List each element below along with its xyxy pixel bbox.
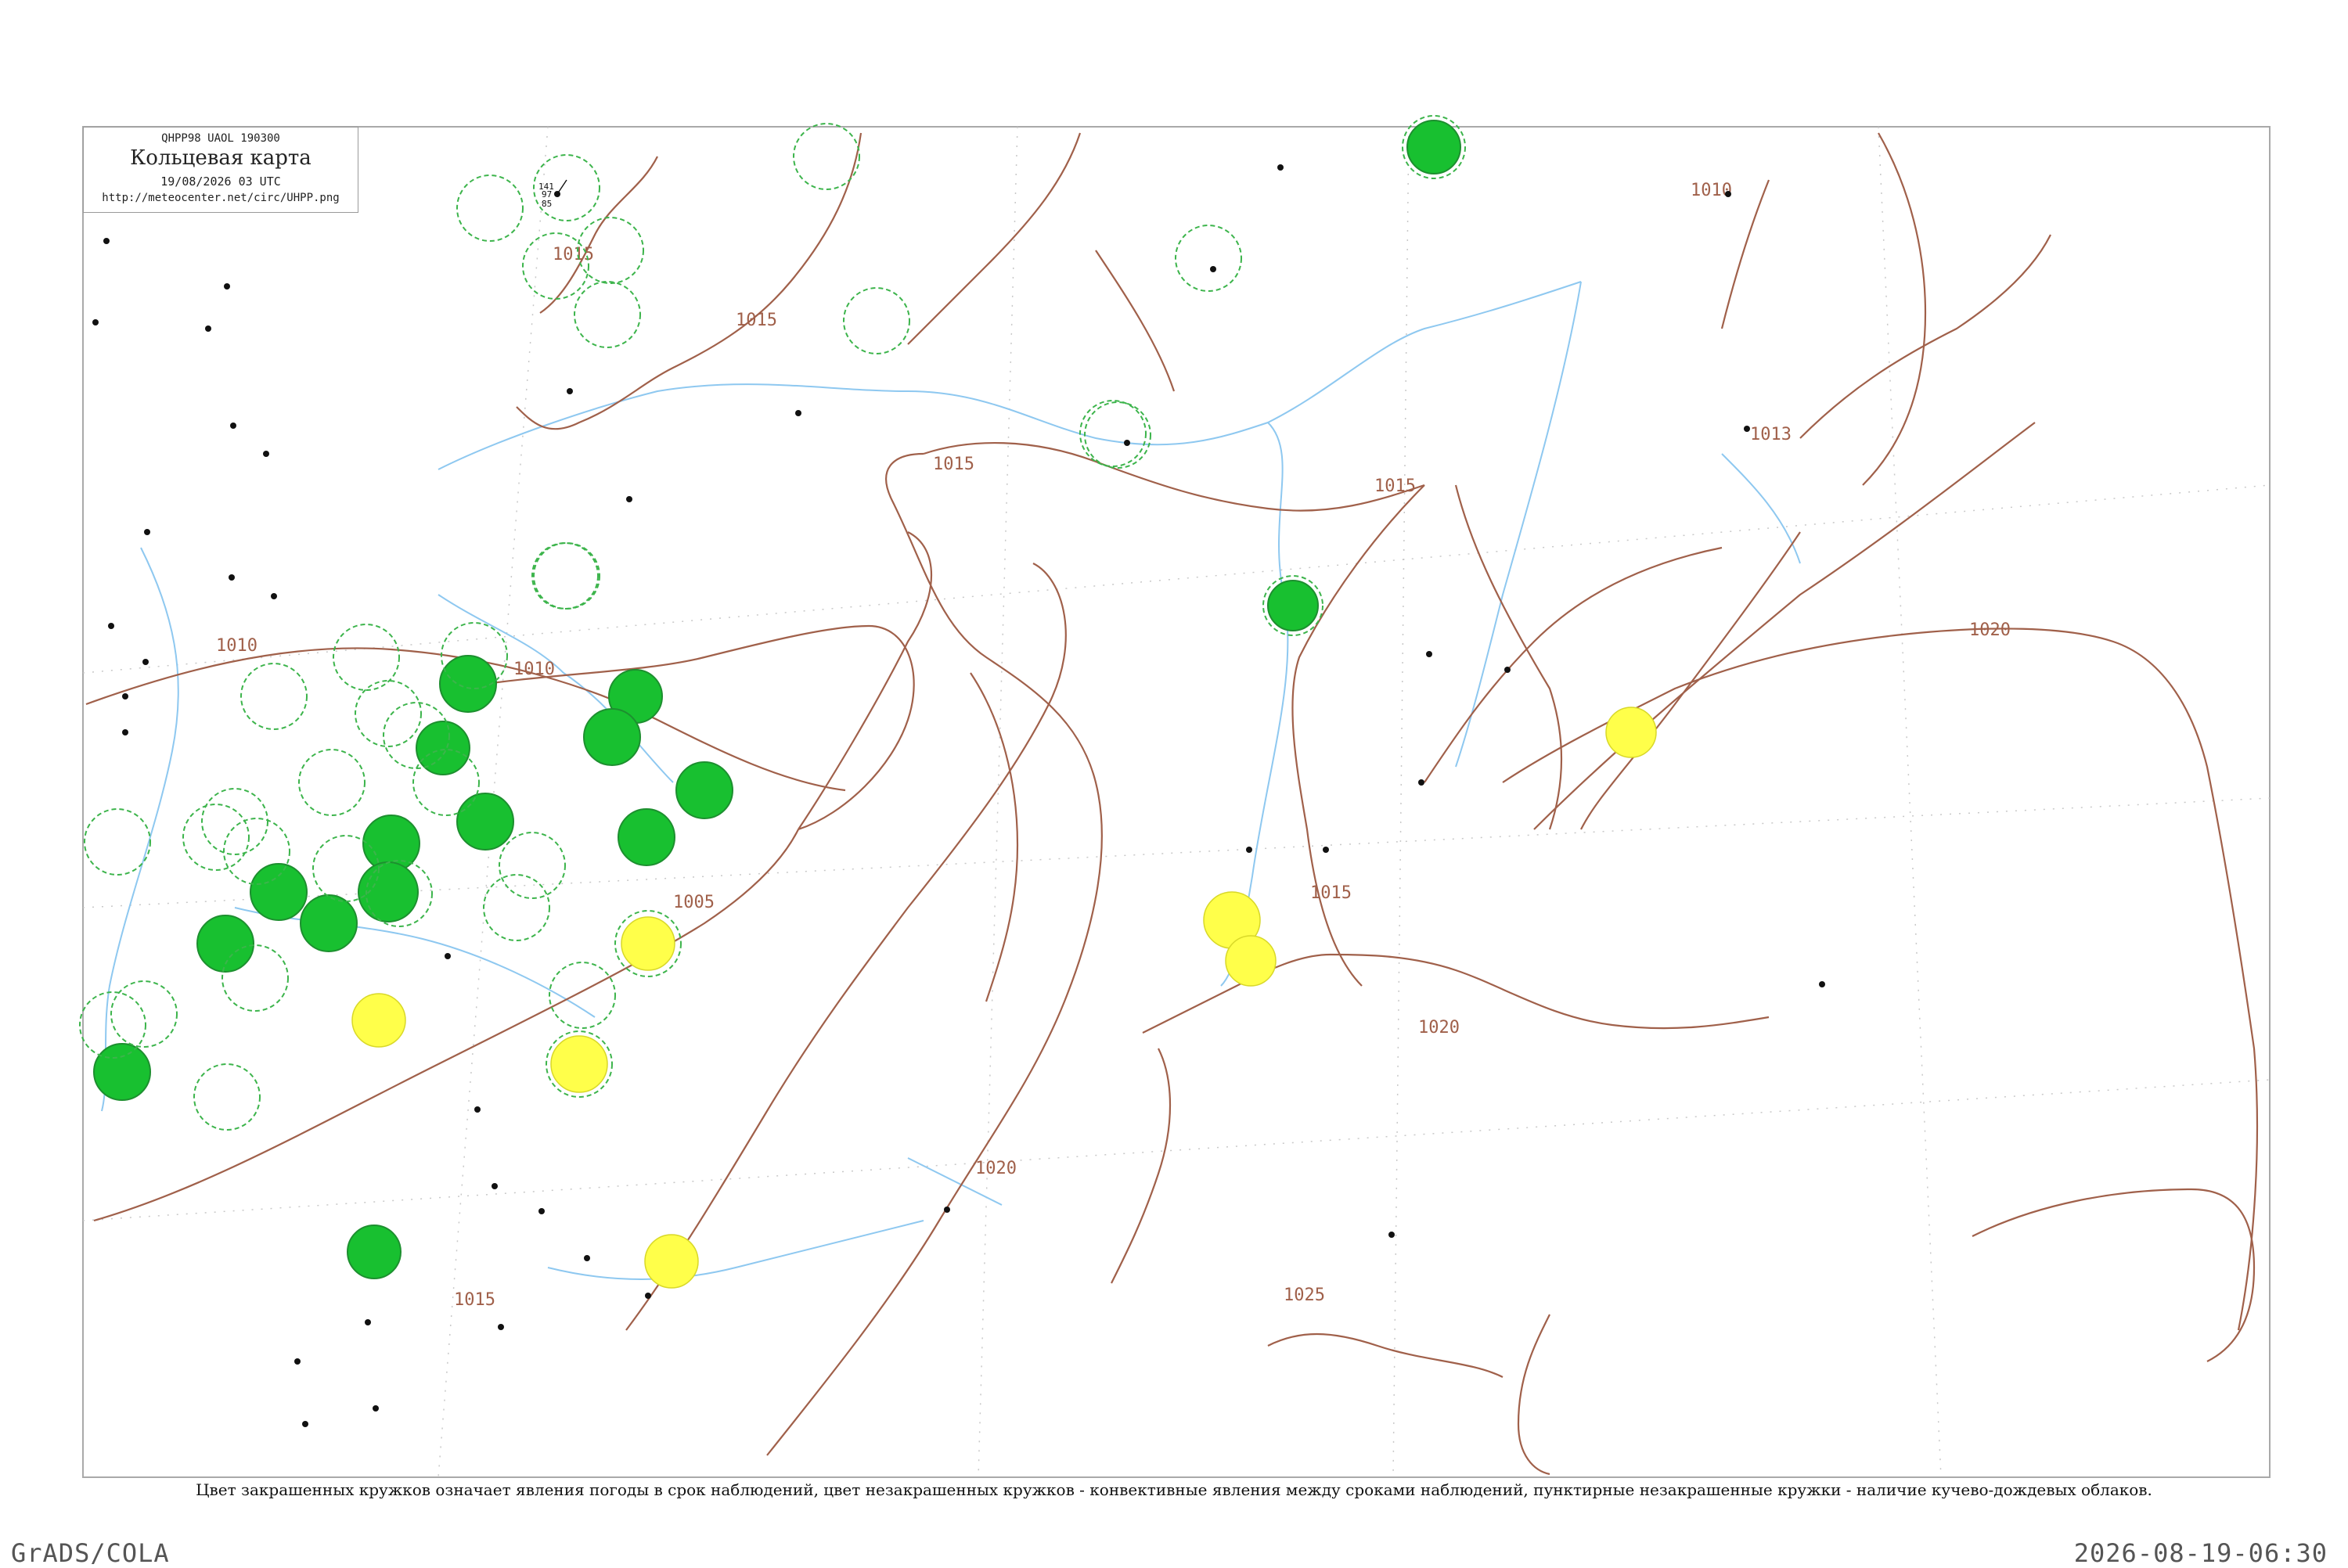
station-yellow-circle	[644, 1234, 699, 1289]
legend-date: 19/08/2026 03 UTC	[160, 174, 281, 189]
station-yellow-circle	[550, 1035, 608, 1093]
station-green-circle	[618, 808, 675, 866]
isobar-label: 1020	[975, 1159, 1017, 1178]
station-yellow-circle	[351, 993, 406, 1048]
isobar-label: 1015	[454, 1290, 495, 1310]
isobar-label: 1005	[673, 893, 715, 912]
isobar-label: 1025	[1284, 1286, 1325, 1305]
footer-timestamp: 2026-08-19-06:30	[2073, 1538, 2328, 1568]
legend-url: http://meteocenter.net/circ/UHPP.png	[102, 192, 340, 204]
footer-grads: GrADS/COLA	[11, 1538, 170, 1568]
isobar-label: 1015	[736, 311, 777, 330]
isobar-label: 1020	[1969, 620, 2011, 640]
station-green-circle	[675, 761, 733, 819]
isobar-label: 1020	[1418, 1018, 1460, 1038]
station-green-circle	[347, 1225, 402, 1279]
isobar-label: 1010	[513, 660, 555, 679]
legend-title: Кольцевая карта	[130, 146, 312, 170]
station-green-circle	[250, 863, 308, 921]
station-green-circle	[1267, 580, 1319, 631]
isobar-label: 1015	[553, 245, 594, 264]
isobar-label: 1015	[1374, 477, 1416, 496]
station-yellow-circle	[621, 916, 675, 971]
map-legend: QHPP98 UAOL 190300 Кольцевая карта 19/08…	[83, 127, 358, 213]
station-green-circle	[358, 861, 419, 922]
isobar-label: 1013	[1750, 425, 1792, 444]
isobar-label: 1015	[933, 455, 974, 474]
station-yellow-circle	[1605, 707, 1657, 758]
weather-map: 1015 1015 1015 1010 1010 1005 1010 1020 …	[79, 115, 2271, 1478]
station-dew: 85	[542, 199, 552, 209]
isobar-label: 1010	[216, 636, 257, 656]
map-frame	[82, 126, 2271, 1478]
map-caption: Цвет закрашенных кружков означает явлени…	[196, 1480, 2152, 1499]
legend-code: QHPP98 UAOL 190300	[161, 132, 280, 145]
station-green-circle	[456, 793, 514, 851]
station-green-circle	[1406, 120, 1461, 174]
isobar-label: 1015	[1310, 883, 1352, 903]
station-green-circle	[93, 1043, 151, 1101]
station-green-circle	[300, 894, 358, 952]
isobar-label: 1010	[1691, 181, 1732, 200]
station-green-circle	[583, 708, 641, 766]
station-green-circle	[439, 655, 497, 713]
station-yellow-circle	[1225, 935, 1277, 987]
